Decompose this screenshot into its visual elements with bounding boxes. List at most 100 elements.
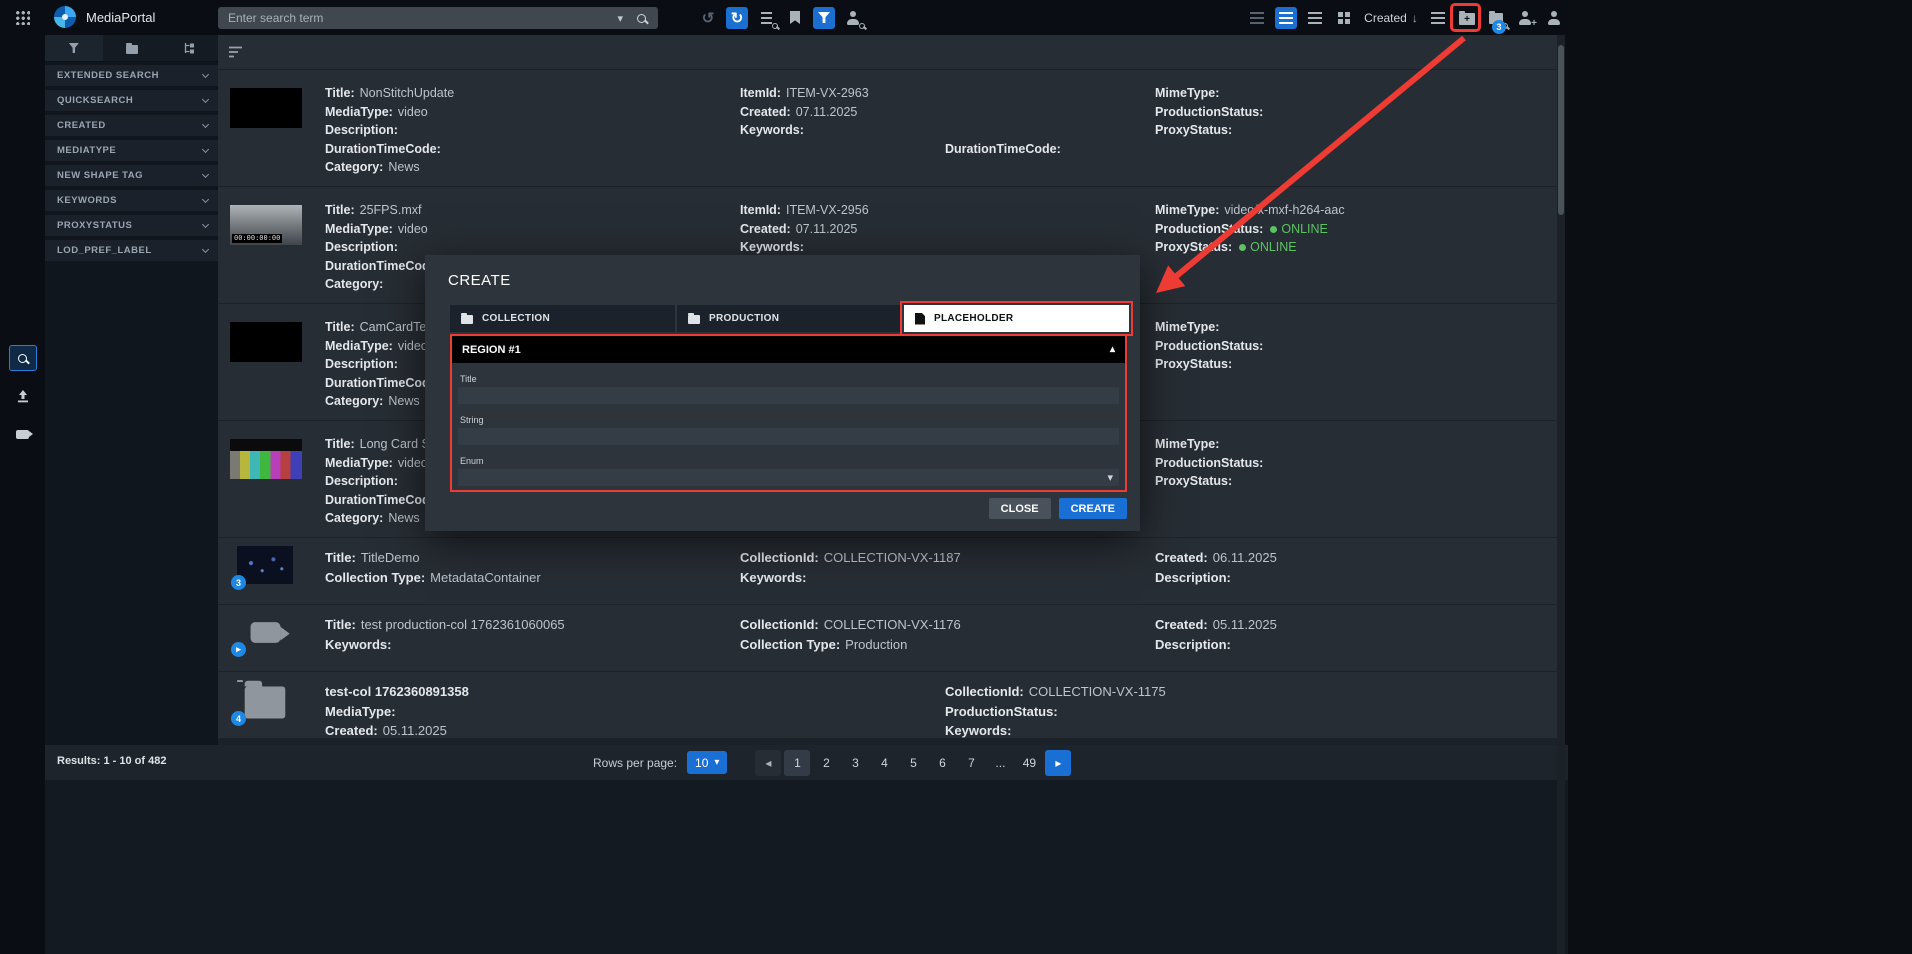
thumbnail-black [230,322,302,362]
funnel-icon [69,43,79,53]
metadata-field: MediaType:video [325,220,446,239]
sidebar-section-keywords[interactable]: KEYWORDS [45,190,218,211]
chevron-down-icon[interactable]: ▾ [617,12,623,25]
user-search-icon[interactable] [842,7,864,29]
string-input[interactable] [458,428,1119,445]
sidebar-section-mediatype[interactable]: MEDIATYPE [45,140,218,161]
field-label: Title: [325,550,356,565]
region-fields: TitleStringEnum▾ [452,374,1125,486]
field-label: Keywords: [945,723,1011,738]
form-field-label: String [460,415,1117,425]
field-label: ItemId: [740,86,781,100]
field-value: MetadataContainer [430,570,541,585]
add-user-icon[interactable]: + [1514,7,1536,29]
page-button-1[interactable]: 1 [784,750,810,776]
field-value: 06.11.2025 [1213,550,1277,565]
enum-select[interactable]: ▾ [458,469,1119,486]
rail-search-button[interactable] [9,345,37,371]
field-label: Description: [1155,637,1231,652]
rows-per-page-select[interactable]: 10 ▾ [687,751,727,774]
scrollbar-thumb[interactable] [1558,45,1564,215]
rail-upload-button[interactable] [9,383,37,409]
field-label: Category: [325,277,383,291]
field-label: Collection Type: [740,637,840,652]
sidebar-section-label: KEYWORDS [57,195,117,206]
list-item[interactable]: Title:NonStitchUpdateMediaType:videoDesc… [218,70,1558,187]
search-icon[interactable] [637,14,646,23]
close-button[interactable]: CLOSE [989,498,1051,519]
sidebar-tab-hierarchy[interactable] [160,35,218,61]
field-value: COLLECTION-VX-1175 [1029,684,1166,699]
field-label: Collection Type: [325,570,425,585]
search-in-results-icon[interactable] [755,7,777,29]
thumbnail-wrap: 4 [237,680,293,720]
grid-view-icon[interactable] [1333,7,1355,29]
bookmark-icon[interactable] [784,7,806,29]
dialog-tab-production[interactable]: PRODUCTION [677,305,902,332]
page-button-2[interactable]: 2 [813,750,839,776]
dialog-tab-collection[interactable]: COLLECTION [450,305,675,332]
annotation-create-button-box [1450,3,1481,32]
field-label: CollectionId: [740,617,819,632]
metadata-column: ItemId:ITEM-VX-2956Created:07.11.2025Key… [740,201,869,257]
field-value: 05.11.2025 [383,723,447,738]
sidebar-tab-folders[interactable] [103,35,161,61]
field-value: News [388,511,419,525]
thumbnail-wrap: 3 [237,546,293,584]
region-header[interactable]: REGION #1 ▴ [452,336,1125,363]
metadata-field: Title:test production-col 1762361060065 [325,615,565,635]
field-value: 07.11.2025 [796,105,858,119]
page-button-3[interactable]: 3 [842,750,868,776]
list-item[interactable]: 3Title:TitleDemoCollection Type:Metadata… [218,538,1558,605]
sync-search-icon[interactable]: ↻ [726,7,748,29]
video-camera-icon [16,430,29,439]
field-value: video [398,105,428,119]
tune-icon[interactable] [1246,7,1268,29]
list-item[interactable]: ▸Title:test production-col 1762361060065… [218,605,1558,672]
page-button-5[interactable]: 5 [900,750,926,776]
metadata-column: MimeType:video/x-mxf-h264-aacProductionS… [1155,201,1345,257]
page-button-6[interactable]: 6 [929,750,955,776]
title-input[interactable] [458,387,1119,404]
detailed-list-view-icon[interactable] [1275,7,1297,29]
history-icon[interactable]: ↺ [697,7,719,29]
field-label: Category: [325,394,383,408]
filter-list-icon[interactable] [228,45,244,59]
search-input[interactable] [218,11,617,25]
results-count: Results: 1 - 10 of 482 [57,755,166,767]
filter-icon[interactable] [813,7,835,29]
next-page-button[interactable]: ▸ [1045,750,1071,776]
playlist-icon[interactable] [1427,7,1449,29]
rows-per-page-value: 10 [695,756,708,770]
metadata-field: ItemId:ITEM-VX-2963 [740,84,869,103]
sidebar-section-extended-search[interactable]: EXTENDED SEARCH [45,65,218,86]
metadata-field: ProxyStatus: [1155,121,1268,140]
pagination-controls: Rows per page: 10 ▾ ◂1234567...49▸ [593,745,1071,780]
list-view-icon[interactable] [1304,7,1326,29]
page-button-49[interactable]: 49 [1016,750,1042,776]
rail-camera-button[interactable] [9,421,37,447]
sort-select[interactable]: Created ↓ [1362,11,1420,25]
page-button-7[interactable]: 7 [958,750,984,776]
dialog-tab-placeholder[interactable]: PLACEHOLDER [904,305,1129,332]
sidebar-tab-filters[interactable] [45,35,103,61]
page-button-4[interactable]: 4 [871,750,897,776]
field-label: test-col 1762360891358 [325,684,469,699]
list-item[interactable]: 4test-col 1762360891358MediaType:Created… [218,672,1558,739]
metadata-field: ProxyStatus:ONLINE [1155,238,1345,257]
field-value: 07.11.2025 [796,222,858,236]
sidebar-section-quicksearch[interactable]: QUICKSEARCH [45,90,218,111]
sidebar-section-created[interactable]: CREATED [45,115,218,136]
field-label: DurationTimeCode: [945,142,1061,156]
app-menu-icon[interactable] [14,9,30,25]
footer-spacer [45,780,1568,954]
field-label: Description: [1155,570,1231,585]
create-button[interactable]: CREATE [1059,498,1127,519]
sidebar-section-lod-pref-label[interactable]: LOD_PREF_LABEL [45,240,218,261]
user-profile-icon[interactable] [1543,7,1565,29]
sidebar-section-proxystatus[interactable]: PROXYSTATUS [45,215,218,236]
folder-icon [688,315,700,324]
field-label: Created: [325,723,378,738]
previous-page-button[interactable]: ◂ [755,750,781,776]
sidebar-section-new-shape-tag[interactable]: NEW SHAPE TAG [45,165,218,186]
